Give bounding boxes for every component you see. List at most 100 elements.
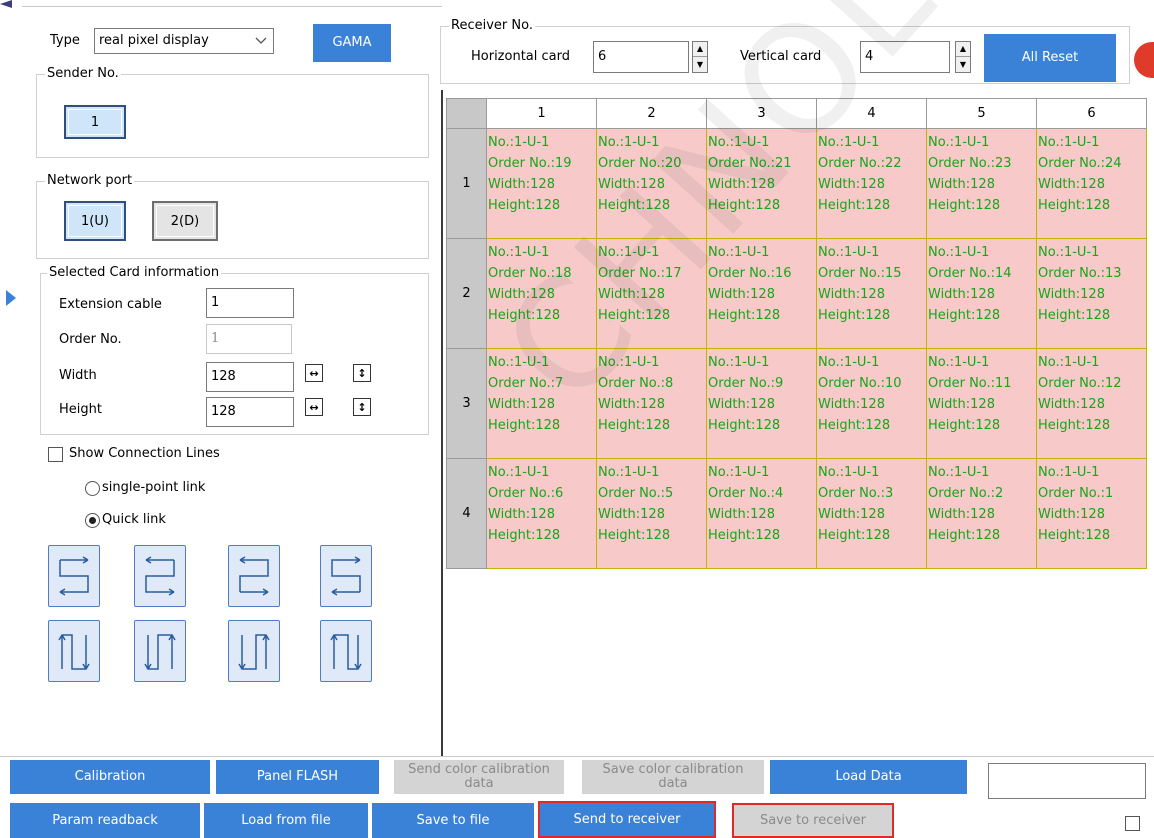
snake-vertical-icon: [238, 634, 270, 670]
sender-button-1[interactable]: 1: [64, 105, 126, 139]
load-data-path-input[interactable]: [988, 763, 1146, 799]
cell-order: Order No.:2: [928, 486, 1004, 501]
horizontal-resize-icon[interactable]: ↔: [305, 364, 323, 382]
receiver-card-cell[interactable]: No.:1-U-1 Order No.:5 Width:128 Height:128: [596, 458, 707, 569]
send-color-calibration-button[interactable]: Send color calibration data: [394, 760, 564, 794]
link-pattern-v4-button[interactable]: [320, 620, 372, 682]
receiver-card-cell[interactable]: No.:1-U-1 Order No.:3 Width:128 Height:128: [816, 458, 927, 569]
load-from-file-button[interactable]: Load from file: [204, 803, 368, 838]
cell-no: No.:1-U-1: [818, 245, 880, 260]
receiver-card-cell[interactable]: No.:1-U-1 Order No.:2 Width:128 Height:128: [926, 458, 1037, 569]
receiver-card-cell[interactable]: No.:1-U-1 Order No.:21 Width:128 Height:128: [706, 128, 817, 239]
cell-width: Width:128: [928, 507, 995, 522]
snake-vertical-icon: [58, 634, 90, 670]
single-point-link-radio[interactable]: [85, 481, 100, 496]
vertical-card-field[interactable]: 4: [860, 41, 950, 73]
height-field[interactable]: 128: [206, 397, 294, 427]
cell-height: Height:128: [488, 418, 561, 433]
cell-height: Height:128: [1038, 198, 1111, 213]
cell-order: Order No.:14: [928, 266, 1012, 281]
cell-height: Height:128: [598, 308, 671, 323]
all-reset-button[interactable]: All Reset: [984, 34, 1116, 82]
cell-height: Height:128: [598, 198, 671, 213]
cell-width: Width:128: [708, 397, 775, 412]
link-pattern-h2-button[interactable]: [134, 545, 186, 607]
receiver-card-cell[interactable]: No.:1-U-1 Order No.:20 Width:128 Height:128: [596, 128, 707, 239]
bottom-divider: [0, 756, 1154, 757]
expand-panel-icon[interactable]: [6, 290, 18, 306]
horizontal-card-field[interactable]: 6: [593, 41, 689, 73]
receiver-card-cell[interactable]: No.:1-U-1 Order No.:12 Width:128 Height:128: [1036, 348, 1147, 459]
horizontal-card-stepper[interactable]: ▲ ▼: [692, 41, 708, 73]
vertical-card-stepper[interactable]: ▲ ▼: [955, 41, 971, 73]
cell-no: No.:1-U-1: [708, 465, 770, 480]
link-pattern-v3-button[interactable]: [228, 620, 280, 682]
order-no-label: Order No.: [59, 332, 122, 347]
receiver-card-cell[interactable]: No.:1-U-1 Order No.:7 Width:128 Height:128: [486, 348, 597, 459]
param-readback-button[interactable]: Param readback: [10, 803, 200, 838]
receiver-card-cell[interactable]: No.:1-U-1 Order No.:14 Width:128 Height:128: [926, 238, 1037, 349]
send-to-receiver-button[interactable]: Send to receiver: [538, 801, 716, 838]
receiver-card-cell[interactable]: No.:1-U-1 Order No.:9 Width:128 Height:128: [706, 348, 817, 459]
link-pattern-h3-button[interactable]: [228, 545, 280, 607]
panel-flash-button[interactable]: Panel FLASH: [216, 760, 379, 794]
gama-button[interactable]: GAMA: [313, 24, 391, 62]
cell-order: Order No.:18: [488, 266, 572, 281]
cell-width: Width:128: [488, 507, 555, 522]
receiver-card-cell[interactable]: No.:1-U-1 Order No.:19 Width:128 Height:128: [486, 128, 597, 239]
save-color-calibration-button[interactable]: Save color calibration data: [582, 760, 764, 794]
bottom-right-checkbox[interactable]: [1125, 816, 1140, 831]
load-data-button[interactable]: Load Data: [770, 760, 967, 794]
receiver-card-cell[interactable]: No.:1-U-1 Order No.:6 Width:128 Height:128: [486, 458, 597, 569]
link-pattern-v1-button[interactable]: [48, 620, 100, 682]
width-field[interactable]: 128: [206, 362, 294, 392]
extension-cable-field[interactable]: 1: [206, 288, 294, 318]
receiver-card-cell[interactable]: No.:1-U-1 Order No.:13 Width:128 Height:128: [1036, 238, 1147, 349]
horizontal-resize-icon-2[interactable]: ↔: [305, 398, 323, 416]
cell-order: Order No.:24: [1038, 156, 1122, 171]
receiver-card-cell[interactable]: No.:1-U-1 Order No.:8 Width:128 Height:128: [596, 348, 707, 459]
receiver-card-cell[interactable]: No.:1-U-1 Order No.:11 Width:128 Height:128: [926, 348, 1037, 459]
cell-no: No.:1-U-1: [708, 135, 770, 150]
show-connection-lines-checkbox[interactable]: [48, 447, 63, 462]
red-circle-icon[interactable]: [1134, 42, 1154, 78]
back-arrow-icon[interactable]: [0, 0, 20, 8]
quick-link-radio[interactable]: [85, 513, 100, 528]
cell-width: Width:128: [1038, 507, 1105, 522]
link-pattern-h1-button[interactable]: [48, 545, 100, 607]
receiver-card-cell[interactable]: No.:1-U-1 Order No.:22 Width:128 Height:128: [816, 128, 927, 239]
cell-width: Width:128: [598, 177, 665, 192]
port-2d-button[interactable]: 2(D): [152, 201, 218, 241]
cell-height: Height:128: [488, 308, 561, 323]
port-1u-button[interactable]: 1(U): [64, 201, 126, 241]
vertical-resize-icon-2[interactable]: ↕: [353, 398, 371, 416]
snake-horizontal-icon: [331, 556, 361, 596]
card-info-legend: Selected Card information: [47, 265, 222, 281]
save-to-file-button[interactable]: Save to file: [372, 803, 534, 838]
receiver-card-cell[interactable]: No.:1-U-1 Order No.:24 Width:128 Height:128: [1036, 128, 1147, 239]
cell-order: Order No.:13: [1038, 266, 1122, 281]
receiver-card-cell[interactable]: No.:1-U-1 Order No.:10 Width:128 Height:128: [816, 348, 927, 459]
save-to-receiver-button[interactable]: Save to receiver: [732, 803, 894, 838]
cell-order: Order No.:4: [708, 486, 784, 501]
link-pattern-h4-button[interactable]: [320, 545, 372, 607]
cell-order: Order No.:5: [598, 486, 674, 501]
receiver-card-cell[interactable]: No.:1-U-1 Order No.:23 Width:128 Height:128: [926, 128, 1037, 239]
vertical-resize-icon[interactable]: ↕: [353, 364, 371, 382]
receiver-card-cell[interactable]: No.:1-U-1 Order No.:17 Width:128 Height:128: [596, 238, 707, 349]
receiver-card-cell[interactable]: No.:1-U-1 Order No.:18 Width:128 Height:128: [486, 238, 597, 349]
link-pattern-v2-button[interactable]: [134, 620, 186, 682]
cell-no: No.:1-U-1: [708, 245, 770, 260]
receiver-card-cell[interactable]: No.:1-U-1 Order No.:1 Width:128 Height:128: [1036, 458, 1147, 569]
cell-order: Order No.:19: [488, 156, 572, 171]
cell-width: Width:128: [708, 177, 775, 192]
calibration-button[interactable]: Calibration: [10, 760, 210, 794]
receiver-card-cell[interactable]: No.:1-U-1 Order No.:16 Width:128 Height:128: [706, 238, 817, 349]
snake-vertical-icon: [330, 634, 362, 670]
cell-height: Height:128: [708, 418, 781, 433]
receiver-card-cell[interactable]: No.:1-U-1 Order No.:15 Width:128 Height:128: [816, 238, 927, 349]
receiver-card-cell[interactable]: No.:1-U-1 Order No.:4 Width:128 Height:128: [706, 458, 817, 569]
grid-row-header: 3: [446, 348, 487, 459]
type-select[interactable]: real pixel display: [94, 28, 274, 54]
cell-height: Height:128: [598, 418, 671, 433]
